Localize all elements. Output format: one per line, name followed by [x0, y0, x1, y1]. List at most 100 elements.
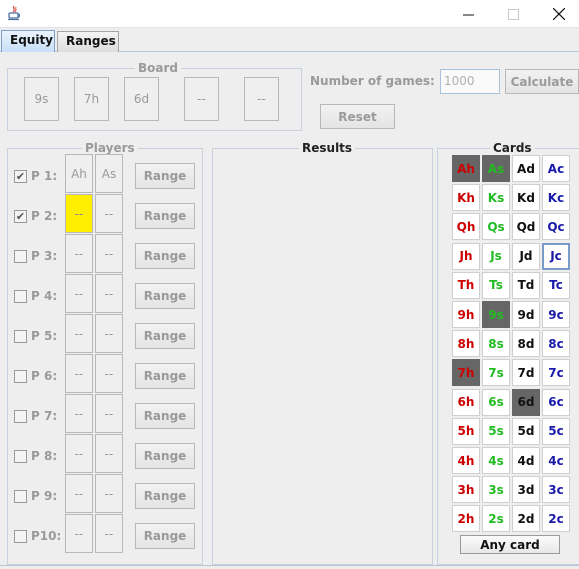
player-card-1[interactable]: -- [65, 194, 93, 233]
player-checkbox[interactable] [14, 290, 27, 303]
board-card-3[interactable]: 6d [124, 77, 159, 121]
player-checkbox[interactable]: ✔ [14, 210, 27, 223]
card-cell[interactable]: 4h [452, 447, 480, 474]
card-cell[interactable]: Qh [452, 213, 480, 241]
card-cell[interactable]: Kh [452, 184, 480, 212]
card-cell[interactable]: Tc [542, 271, 570, 299]
card-cell[interactable]: 3h [452, 476, 480, 504]
card-cell[interactable]: 6c [542, 388, 570, 416]
player-range-button[interactable]: Range [135, 363, 195, 389]
player-checkbox[interactable] [14, 450, 27, 463]
player-card-2[interactable]: -- [95, 514, 123, 553]
player-checkbox[interactable] [14, 410, 27, 423]
card-cell[interactable]: 9c [542, 301, 570, 328]
close-button[interactable] [536, 0, 579, 28]
card-cell[interactable]: 7c [542, 359, 570, 387]
player-card-2[interactable]: -- [95, 314, 123, 353]
card-cell[interactable]: Jd [512, 242, 540, 270]
player-card-2[interactable]: -- [95, 274, 123, 313]
card-cell[interactable]: Ad [512, 155, 540, 182]
player-card-2[interactable]: -- [95, 474, 123, 513]
player-card-1[interactable]: -- [65, 354, 93, 393]
player-card-2[interactable]: -- [95, 394, 123, 433]
maximize-button[interactable] [490, 0, 536, 28]
card-cell[interactable]: 7d [512, 359, 540, 387]
player-range-button[interactable]: Range [135, 483, 195, 509]
player-range-button[interactable]: Range [135, 443, 195, 469]
card-cell[interactable]: Js [482, 242, 510, 270]
player-card-1[interactable]: -- [65, 514, 93, 553]
card-cell[interactable]: Td [512, 271, 540, 299]
any-card-button[interactable]: Any card [460, 535, 560, 554]
card-cell[interactable]: 3c [542, 476, 570, 504]
player-card-2[interactable]: -- [95, 354, 123, 393]
player-checkbox[interactable] [14, 250, 27, 263]
card-cell[interactable]: Th [452, 271, 480, 299]
games-input[interactable]: 1000 [440, 69, 500, 94]
player-checkbox[interactable] [14, 490, 27, 503]
board-card-1[interactable]: 9s [24, 77, 59, 121]
player-range-button[interactable]: Range [135, 243, 195, 269]
card-cell[interactable]: Ts [482, 271, 510, 299]
player-card-2[interactable]: -- [95, 234, 123, 273]
card-cell[interactable]: 9s [482, 301, 510, 328]
player-range-button[interactable]: Range [135, 163, 195, 189]
card-cell[interactable]: 2s [482, 505, 510, 533]
tab-ranges[interactable]: Ranges [57, 31, 119, 52]
reset-button[interactable]: Reset [320, 104, 395, 129]
player-card-1[interactable]: Ah [65, 154, 93, 193]
player-card-1[interactable]: -- [65, 394, 93, 433]
board-card-5[interactable]: -- [244, 77, 279, 121]
card-cell[interactable]: 3s [482, 476, 510, 504]
player-card-2[interactable]: As [95, 154, 123, 193]
card-cell[interactable]: As [482, 155, 510, 182]
card-cell[interactable]: 5h [452, 417, 480, 445]
player-range-button[interactable]: Range [135, 203, 195, 229]
card-cell[interactable]: Jh [452, 242, 480, 270]
player-card-2[interactable]: -- [95, 194, 123, 233]
card-cell[interactable]: 2c [542, 505, 570, 533]
card-cell[interactable]: Ac [542, 155, 570, 182]
player-range-button[interactable]: Range [135, 283, 195, 309]
card-cell[interactable]: 3d [512, 476, 540, 504]
card-cell[interactable]: 7s [482, 359, 510, 387]
card-cell[interactable]: 4s [482, 447, 510, 474]
card-cell[interactable]: 6s [482, 388, 510, 416]
player-range-button[interactable]: Range [135, 523, 195, 549]
card-cell[interactable]: Qs [482, 213, 510, 241]
player-card-1[interactable]: -- [65, 434, 93, 473]
player-card-1[interactable]: -- [65, 314, 93, 353]
player-checkbox[interactable] [14, 530, 27, 543]
board-card-4[interactable]: -- [184, 77, 219, 121]
card-cell[interactable]: 4c [542, 447, 570, 474]
card-cell[interactable]: 7h [452, 359, 480, 387]
card-cell[interactable]: 6d [512, 388, 540, 416]
calculate-button[interactable]: Calculate [505, 69, 579, 94]
card-cell[interactable]: 8h [452, 330, 480, 358]
card-cell[interactable]: 5d [512, 417, 540, 445]
card-cell[interactable]: 2h [452, 505, 480, 533]
board-card-2[interactable]: 7h [74, 77, 109, 121]
card-cell[interactable]: 6h [452, 388, 480, 416]
card-cell[interactable]: Qc [542, 213, 570, 241]
player-checkbox[interactable]: ✔ [14, 170, 27, 183]
card-cell[interactable]: 9h [452, 301, 480, 328]
tab-equity[interactable]: Equity [1, 30, 55, 52]
player-checkbox[interactable] [14, 370, 27, 383]
card-cell[interactable]: Kc [542, 184, 570, 212]
card-cell[interactable]: 9d [512, 301, 540, 328]
player-range-button[interactable]: Range [135, 403, 195, 429]
card-cell[interactable]: 5c [542, 417, 570, 445]
player-card-1[interactable]: -- [65, 274, 93, 313]
card-cell[interactable]: 8c [542, 330, 570, 358]
card-cell[interactable]: Qd [512, 213, 540, 241]
card-cell[interactable]: 4d [512, 447, 540, 474]
player-checkbox[interactable] [14, 330, 27, 343]
card-cell[interactable]: Ks [482, 184, 510, 212]
player-card-1[interactable]: -- [65, 234, 93, 273]
card-cell[interactable]: Ah [452, 155, 480, 182]
card-cell[interactable]: 5s [482, 417, 510, 445]
card-cell[interactable]: 8d [512, 330, 540, 358]
card-cell[interactable]: Kd [512, 184, 540, 212]
card-cell[interactable]: Jc [542, 242, 570, 270]
